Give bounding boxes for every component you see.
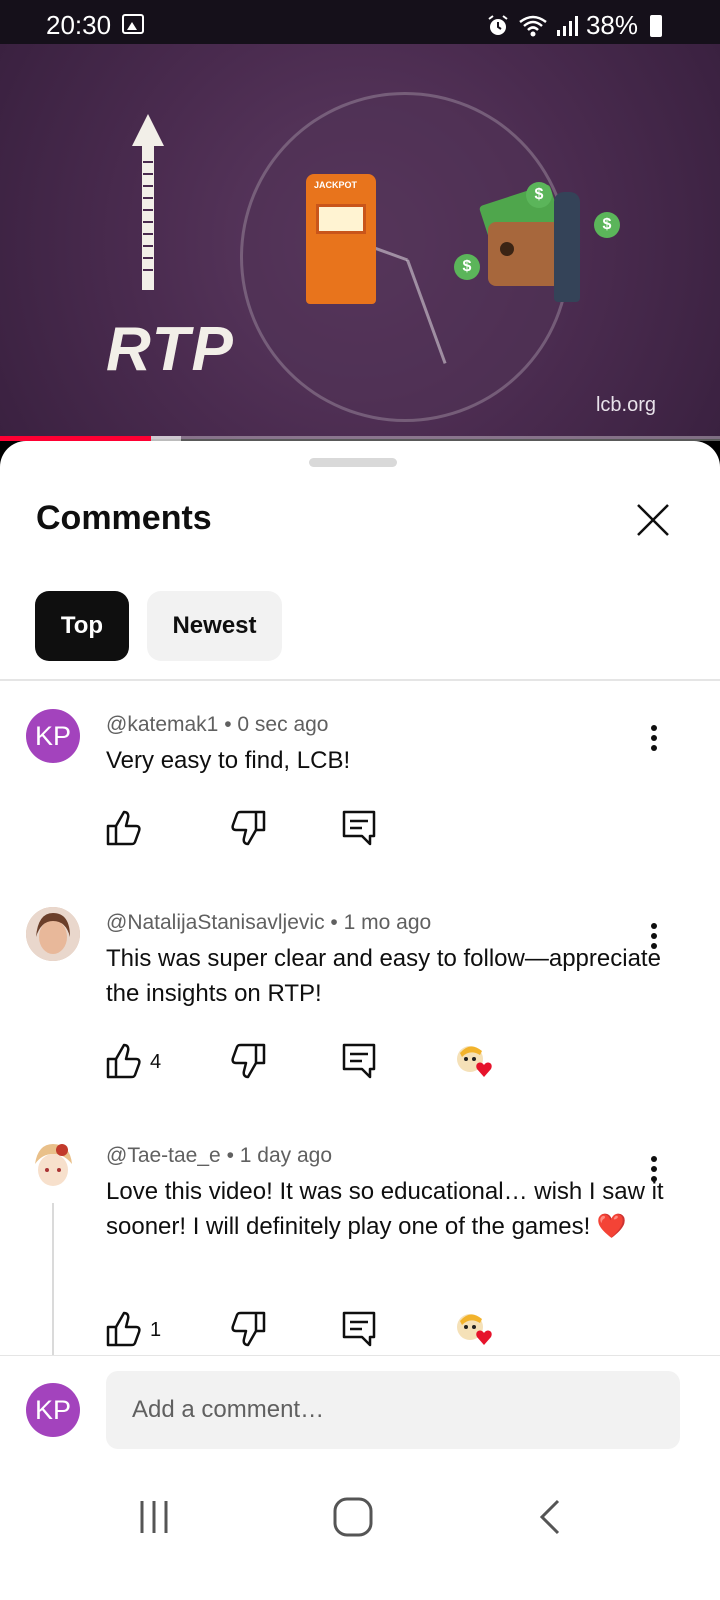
creator-heart-icon <box>457 1314 492 1345</box>
like-count: 1 <box>150 1319 162 1341</box>
reply-icon[interactable] <box>340 808 380 848</box>
comment-author[interactable]: @NatalijaStanisavljevic <box>106 911 325 934</box>
system-nav-bar <box>0 1465 720 1600</box>
battery-percent: 38% <box>585 10 638 40</box>
dislike-icon[interactable] <box>228 808 268 848</box>
like-icon[interactable] <box>104 808 144 848</box>
person-graphic <box>554 192 580 302</box>
tab-newest[interactable]: Newest <box>147 591 282 661</box>
slot-label: JACKPOT <box>314 180 358 190</box>
reply-icon[interactable] <box>340 1309 380 1349</box>
meta-separator: • <box>226 1144 234 1167</box>
dislike-icon[interactable] <box>228 1041 268 1081</box>
status-bar: 20:30 38% <box>0 0 720 44</box>
tab-top[interactable]: Top <box>35 591 129 661</box>
add-comment-bar: KP <box>0 1355 720 1465</box>
home-icon[interactable] <box>331 1495 375 1539</box>
comment-text: Very easy to find, LCB! <box>106 747 351 774</box>
arrow-up-icon <box>132 114 164 290</box>
video-player[interactable]: RTP JACKPOT $ $ $ lcb.org <box>0 44 720 439</box>
back-icon[interactable] <box>536 1497 566 1537</box>
comment-text: This was super clear and easy to follow—… <box>106 945 661 1007</box>
avatar[interactable] <box>26 907 80 961</box>
comment-time: 0 sec ago <box>237 713 329 736</box>
more-options-icon[interactable] <box>636 1152 672 1192</box>
reply-icon[interactable] <box>340 1041 380 1081</box>
comment-meta: @NatalijaStanisavljevic • 1 mo ago <box>106 911 431 935</box>
dislike-icon[interactable] <box>228 1309 268 1349</box>
creator-heart-icon <box>457 1046 492 1077</box>
video-watermark: lcb.org <box>595 394 656 416</box>
rtp-overlay-text: RTP <box>106 315 235 384</box>
alarm-icon <box>488 14 508 35</box>
avatar-photo <box>26 1140 80 1194</box>
comment-meta: @katemak1 • 0 sec ago <box>106 713 329 737</box>
reply-thread-line <box>52 1203 54 1355</box>
coin-icon: $ <box>454 254 480 280</box>
comment-time: 1 mo ago <box>343 911 432 934</box>
avatar: KP <box>26 1383 80 1437</box>
status-time: 20:30 <box>46 10 112 40</box>
recent-apps-icon[interactable] <box>134 1497 174 1537</box>
comment-author[interactable]: @Tae-tae_e <box>106 1144 221 1167</box>
meta-separator: • <box>330 911 338 934</box>
more-options-icon[interactable] <box>636 721 672 761</box>
comments-title: Comments <box>36 499 212 537</box>
battery-icon <box>650 14 662 37</box>
wifi-icon <box>519 15 547 36</box>
close-icon[interactable] <box>630 497 676 543</box>
signal-icon <box>556 15 578 36</box>
avatar[interactable] <box>26 1140 80 1194</box>
meta-separator: • <box>224 713 232 736</box>
like-count: 4 <box>150 1051 162 1073</box>
avatar[interactable]: KP <box>26 709 80 763</box>
avatar-photo <box>26 907 80 961</box>
comment-author[interactable]: @katemak1 <box>106 713 218 736</box>
comment-text: Love this video! It was so educational… … <box>106 1178 664 1240</box>
slot-machine-graphic: JACKPOT <box>306 174 376 304</box>
add-comment-input[interactable] <box>106 1371 680 1449</box>
coin-icon: $ <box>526 182 552 208</box>
comment-meta: @Tae-tae_e • 1 day ago <box>106 1144 332 1168</box>
coin-icon: $ <box>594 212 620 238</box>
divider <box>0 679 720 681</box>
comment-time: 1 day ago <box>239 1144 333 1167</box>
like-icon[interactable] <box>104 1309 144 1349</box>
like-icon[interactable] <box>104 1041 144 1081</box>
status-right: 38% <box>486 10 662 41</box>
drag-handle[interactable] <box>309 458 397 467</box>
more-options-icon[interactable] <box>636 919 672 959</box>
gallery-icon <box>122 14 144 34</box>
